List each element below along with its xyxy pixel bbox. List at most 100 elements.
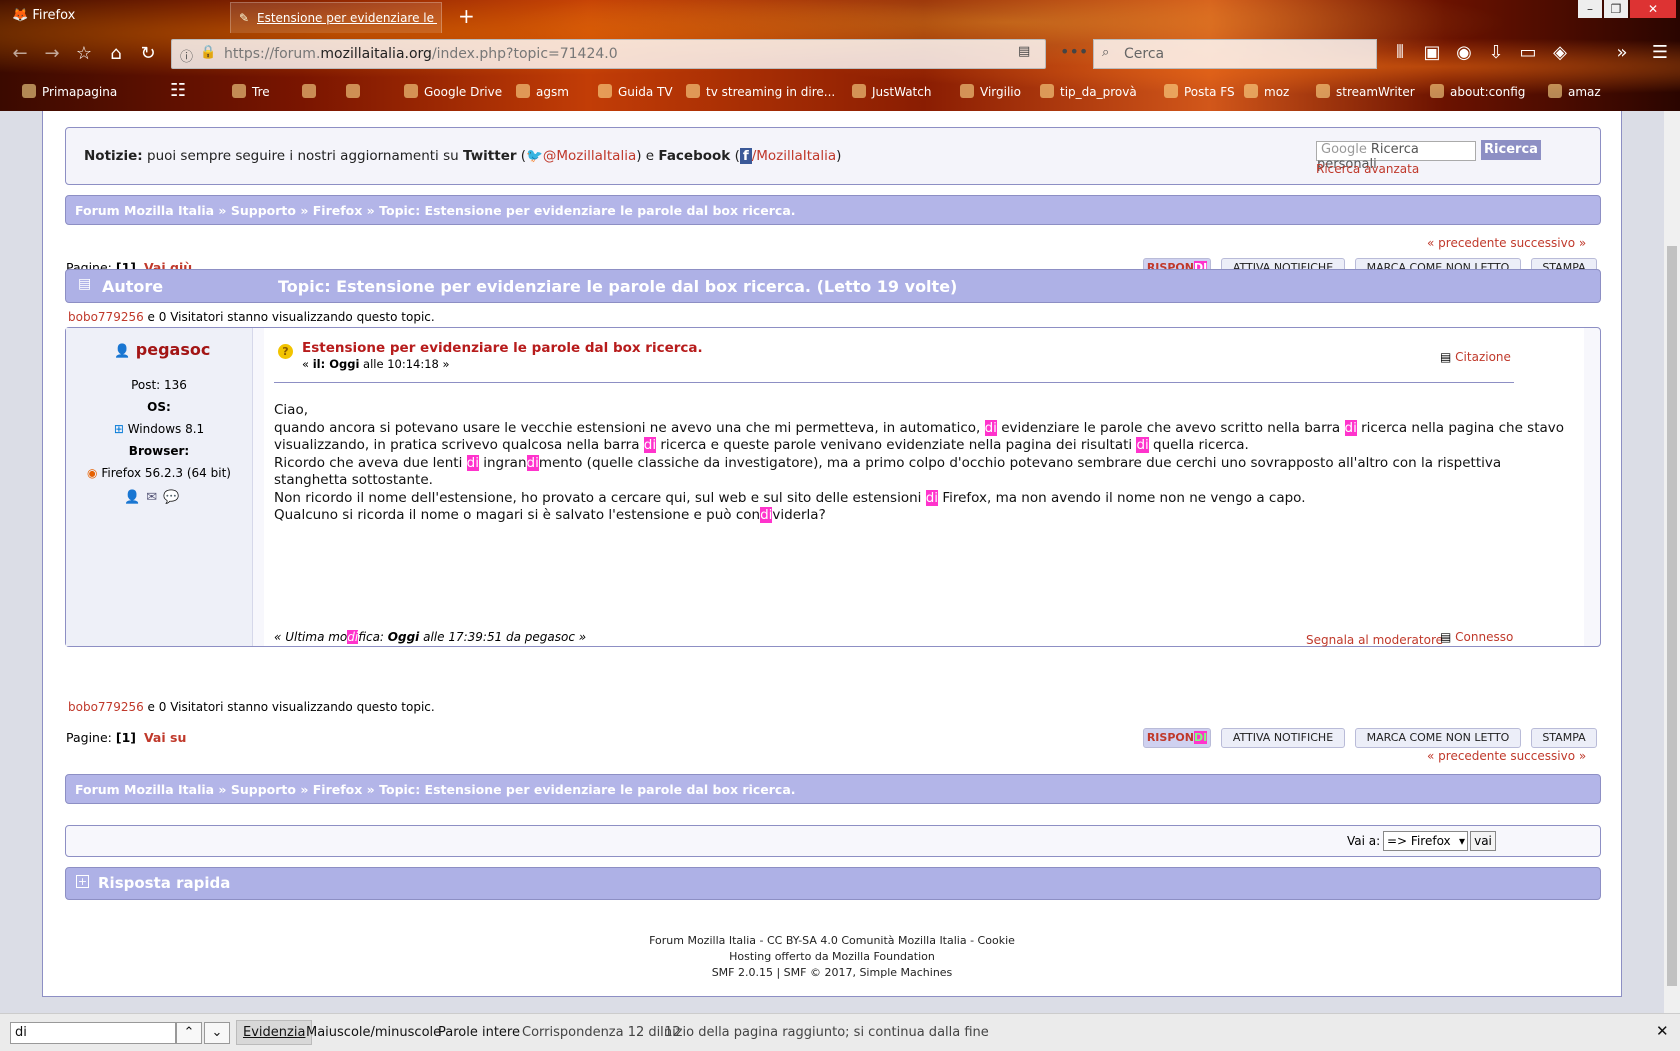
download-icon[interactable]: ⇩ — [1484, 41, 1508, 65]
viewer-user-link[interactable]: bobo779256 — [68, 700, 144, 714]
breadcrumb-bottom: Forum Mozilla Italia » Supporto » Firefo… — [65, 774, 1601, 804]
find-next-button[interactable]: ⌄ — [204, 1022, 230, 1044]
bookmark-item[interactable]: amaz — [1548, 84, 1601, 99]
quick-reply-title: Risposta rapida — [98, 874, 231, 892]
tab-title: Estensione per evidenziare le parol — [257, 11, 437, 25]
jump-select[interactable]: => Firefox ▾ — [1383, 831, 1468, 851]
find-input[interactable]: di — [10, 1022, 176, 1044]
print-button[interactable]: STAMPA — [1531, 728, 1597, 748]
go-up-link[interactable]: Vai su — [144, 730, 186, 745]
breadcrumb-topic[interactable]: Topic: Estensione per evidenziare le par… — [379, 203, 795, 218]
google-search-input[interactable]: Google Ricerca personali — [1316, 141, 1476, 172]
advanced-search-link[interactable]: Ricerca avanzata — [1316, 162, 1419, 176]
bookmark-item[interactable]: Guida TV — [598, 84, 673, 99]
new-tab-button[interactable]: + — [458, 4, 475, 28]
facebook-link[interactable]: /MozillaItalia — [752, 148, 836, 164]
minimize-button[interactable]: – — [1578, 0, 1602, 18]
viewer-user-link[interactable]: bobo779256 — [68, 310, 144, 324]
reply-button[interactable]: RISPONDI — [1143, 728, 1211, 748]
viewers-line-bottom: bobo779256 e 0 Visitatori stanno visuali… — [68, 700, 435, 714]
bookmark-folder[interactable]: tip_da_provà — [1040, 84, 1137, 99]
url-bar[interactable]: ⓘ 🔒 https://forum.mozillaitalia.org/inde… — [171, 39, 1088, 69]
find-previous-button[interactable]: ⌃ — [176, 1022, 202, 1044]
bookmark-icon — [1316, 84, 1330, 98]
close-window-button[interactable]: ✕ — [1630, 0, 1676, 18]
search-placeholder: Cerca — [1124, 46, 1165, 62]
breadcrumb-home[interactable]: Forum Mozilla Italia — [75, 782, 214, 797]
overflow-icon[interactable]: » — [1610, 41, 1634, 65]
reader-view-icon[interactable]: ▤ — [1018, 44, 1030, 59]
scrollbar-thumb[interactable] — [1667, 246, 1677, 986]
addon-icon[interactable]: ◈ — [1548, 41, 1572, 65]
bookmark-star-icon[interactable]: ☆ — [72, 42, 96, 66]
breadcrumb-topic[interactable]: Topic: Estensione per evidenziare le par… — [379, 782, 795, 797]
topic-icon: ▤ — [78, 276, 92, 292]
bookmark-item[interactable]: Posta FS — [1164, 84, 1235, 99]
mark-unread-button[interactable]: MARCA COME NON LETTO — [1355, 728, 1521, 748]
folder-icon — [1244, 84, 1258, 98]
post-subject[interactable]: Estensione per evidenziare le parole dal… — [302, 340, 703, 356]
twitter-link[interactable]: @MozillaItalia — [543, 148, 636, 164]
bookmark-item[interactable]: JustWatch — [852, 84, 931, 99]
browser-value: ◉ Firefox 56.2.3 (64 bit) — [87, 466, 231, 480]
report-moderator-link[interactable]: Segnala al moderatore — [1306, 633, 1443, 647]
bookmark-item[interactable]: tv streaming in dire... — [686, 84, 835, 99]
prev-next-links[interactable]: « precedente successivo » — [1427, 749, 1586, 763]
bookmark-icon[interactable] — [346, 84, 366, 99]
lock-icon: 🔒 — [200, 45, 217, 60]
breadcrumb-firefox[interactable]: Firefox — [313, 782, 363, 797]
post-message: Ciao, quando ancora si potevano usare le … — [274, 402, 1565, 523]
home-icon[interactable]: ⌂ — [104, 42, 128, 66]
forward-arrow-icon[interactable]: → — [40, 42, 64, 66]
close-findbar-icon[interactable]: ✕ — [1656, 1022, 1669, 1040]
bookmark-item[interactable]: streamWriter — [1316, 84, 1415, 99]
extension-icon[interactable]: ◉ — [1452, 41, 1476, 65]
pm-icon[interactable]: 💬 — [163, 490, 185, 505]
expand-icon[interactable]: + — [76, 875, 89, 888]
breadcrumb-support[interactable]: Supporto — [231, 203, 296, 218]
breadcrumb-support[interactable]: Supporto — [231, 782, 296, 797]
firefox-icon: ◉ — [87, 466, 98, 480]
scrollbar[interactable] — [1664, 111, 1680, 1013]
quote-button[interactable]: ▤ Citazione — [1440, 350, 1511, 364]
twitter-icon: 🐦 — [526, 148, 543, 164]
breadcrumb-firefox[interactable]: Firefox — [313, 203, 363, 218]
page-actions-icon[interactable]: ••• — [1060, 42, 1088, 61]
email-icon[interactable]: ✉ — [146, 490, 163, 505]
jump-go-button[interactable]: vai — [1470, 831, 1496, 851]
bookmark-icon — [852, 84, 866, 98]
reload-icon[interactable]: ↻ — [136, 42, 160, 66]
poster-actions: 👤✉💬 — [124, 490, 185, 505]
highlight-all-toggle[interactable]: Evidenzia — [236, 1020, 313, 1045]
ublock-icon[interactable]: ▣ — [1420, 41, 1444, 65]
viewers-line: bobo779256 e 0 Visitatori stanno visuali… — [68, 310, 435, 324]
browser-tab[interactable]: ✎ Estensione per evidenziare le parol — [230, 2, 442, 33]
whole-words-toggle[interactable]: Parole intere — [438, 1025, 520, 1040]
bookmark-folder[interactable]: moz — [1244, 84, 1289, 99]
bookmark-item[interactable]: about:config — [1430, 84, 1525, 99]
bookmark-icon[interactable] — [302, 84, 322, 99]
menu-icon[interactable]: ☰ — [1648, 41, 1672, 65]
bookmark-item[interactable]: Virgilio — [960, 84, 1021, 99]
breadcrumb-home[interactable]: Forum Mozilla Italia — [75, 203, 214, 218]
bookmark-item[interactable]: Google Drive — [404, 84, 502, 99]
bookmark-item[interactable]: agsm — [516, 84, 569, 99]
poster-name[interactable]: 👤 pegasoc — [114, 340, 210, 359]
info-icon[interactable]: ⓘ — [180, 46, 193, 65]
bookmark-icon[interactable]: ☷ — [170, 80, 186, 101]
bookmark-item[interactable]: Tre — [232, 84, 270, 99]
profile-icon[interactable]: 👤 — [124, 490, 146, 505]
search-button[interactable]: Ricerca — [1481, 140, 1541, 160]
maximize-button[interactable]: ❐ — [1604, 0, 1628, 18]
library-icon[interactable]: ⫴ — [1388, 41, 1412, 65]
bookmark-item[interactable]: Primapagina — [22, 84, 117, 99]
prev-next-links[interactable]: « precedente successivo » — [1427, 236, 1586, 250]
notify-button[interactable]: ATTIVA NOTIFICHE — [1221, 728, 1345, 748]
match-case-toggle[interactable]: Maiuscole/minuscole — [306, 1025, 441, 1040]
jump-label: Vai a: — [1347, 834, 1381, 848]
back-arrow-icon[interactable]: ← — [8, 42, 32, 66]
screenshot-icon[interactable]: ▭ — [1516, 41, 1540, 65]
quick-reply-header[interactable]: + Risposta rapida — [65, 867, 1601, 900]
question-icon: ? — [278, 344, 293, 359]
search-bar[interactable]: ⌕ Cerca — [1093, 39, 1377, 69]
